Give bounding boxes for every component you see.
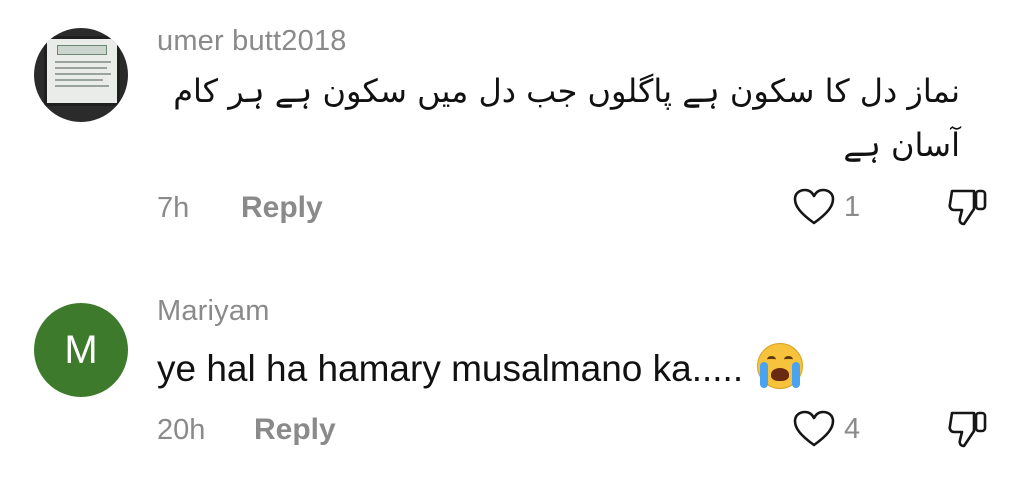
heart-icon bbox=[792, 409, 836, 449]
loudly-crying-face-icon bbox=[757, 343, 804, 389]
avatar-initial: M bbox=[64, 327, 98, 372]
comment-item: M Mariyam ye hal ha hamary musalmano ka.… bbox=[0, 260, 1024, 500]
comment-item: umer butt2018 نماز دل کا سکون ہے پاگلوں … bbox=[0, 0, 1024, 260]
avatar[interactable] bbox=[34, 28, 128, 122]
comment-text-line: نماز دل کا سکون ہے پاگلوں جب دل میں سکون… bbox=[173, 72, 960, 110]
reply-button[interactable]: Reply bbox=[254, 413, 336, 447]
comment-timestamp: 20h bbox=[157, 414, 206, 446]
avatar[interactable]: M bbox=[34, 303, 128, 397]
dislike-button[interactable] bbox=[946, 185, 990, 227]
comment-text-content: ye hal ha hamary musalmano ka..... bbox=[157, 348, 744, 389]
thumbs-down-icon bbox=[946, 185, 990, 227]
heart-icon bbox=[792, 187, 836, 227]
dislike-button[interactable] bbox=[946, 407, 990, 449]
comment-username[interactable]: Mariyam bbox=[157, 295, 270, 328]
comment-text: ye hal ha hamary musalmano ka..... bbox=[157, 343, 804, 390]
comment-username[interactable]: umer butt2018 bbox=[157, 25, 347, 58]
like-count: 1 bbox=[844, 190, 861, 223]
like-count: 4 bbox=[844, 412, 861, 445]
thumbs-down-icon bbox=[946, 407, 990, 449]
reply-button[interactable]: Reply bbox=[241, 191, 323, 225]
comment-text: نماز دل کا سکون ہے پاگلوں جب دل میں سکون… bbox=[150, 64, 960, 172]
avatar-photo-image bbox=[44, 36, 120, 106]
like-button[interactable]: 1 bbox=[792, 187, 860, 227]
comment-text-line: آسان ہے bbox=[843, 126, 960, 164]
comment-timestamp: 7h bbox=[157, 192, 190, 224]
like-button[interactable]: 4 bbox=[792, 409, 860, 449]
